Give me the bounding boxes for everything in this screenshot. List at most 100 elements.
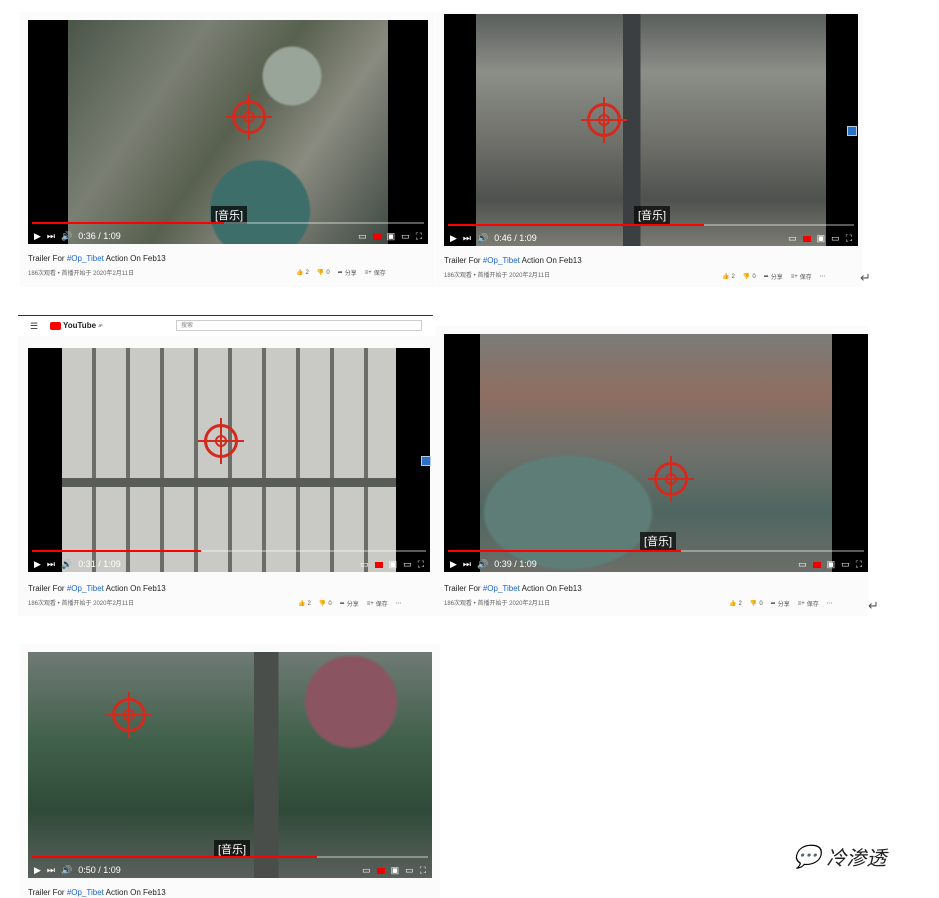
share-button[interactable]: ➦ 分享 <box>771 599 790 608</box>
progress-bar[interactable] <box>32 550 426 552</box>
more-icon[interactable]: ⋯ <box>827 600 833 607</box>
dislike-button[interactable]: 👎 0 <box>319 600 332 608</box>
fullscreen-icon[interactable]: ⛶ <box>856 560 862 569</box>
save-label: 保存 <box>806 602 819 608</box>
volume-icon[interactable]: 🔊 <box>477 559 488 569</box>
share-label: 分享 <box>770 275 783 281</box>
player-controls: ▶ ⏭ 🔊 0:31 / 1:09 ▭ ▣ ▭ ⛶ <box>28 550 430 572</box>
subtitles-icon[interactable]: ▭ <box>362 866 371 875</box>
theater-icon[interactable]: ▭ <box>405 866 414 875</box>
video-player[interactable]: [音乐] ▶ ⏭ 🔊 0:36 / 1:09 ▭ ▣ ▭ ⛶ <box>28 20 428 244</box>
like-button[interactable]: 👍 2 <box>296 269 309 277</box>
share-button[interactable]: ➦ 分享 <box>338 268 357 277</box>
theater-icon[interactable]: ▭ <box>831 234 840 243</box>
video-meta: 186次观看 • 首播开始于 2020年2月11日 <box>444 273 551 279</box>
title-prefix: Trailer For <box>444 256 483 265</box>
play-icon[interactable]: ▶ <box>34 865 41 875</box>
gear-icon[interactable] <box>376 867 385 874</box>
video-title[interactable]: Trailer For #Op_Tibet Action On Feb13 <box>28 254 166 263</box>
dislike-button[interactable]: 👎 0 <box>743 273 756 281</box>
video-title[interactable]: Trailer For #Op_Tibet Action On Feb13 <box>444 256 582 265</box>
save-button[interactable]: ≡+ 保存 <box>365 268 386 278</box>
save-label: 保存 <box>373 271 386 277</box>
time-display: 0:46 / 1:09 <box>494 233 537 243</box>
dislike-button[interactable]: 👎 0 <box>317 269 330 277</box>
hashtag-link[interactable]: #Op_Tibet <box>67 254 104 263</box>
subtitles-icon[interactable]: ▭ <box>358 232 367 241</box>
next-icon[interactable]: ⏭ <box>463 559 471 569</box>
play-icon[interactable]: ▶ <box>34 231 41 241</box>
next-icon[interactable]: ⏭ <box>47 559 55 569</box>
save-button[interactable]: ≡+ 保存 <box>798 599 819 609</box>
video-player[interactable]: [音乐] ▶ ⏭ 🔊 0:39 / 1:09 ▭ ▣ ▭ ⛶ <box>444 334 868 572</box>
gear-icon[interactable] <box>802 235 811 242</box>
theater-icon[interactable]: ▭ <box>841 560 850 569</box>
logo-region: JP <box>98 323 103 328</box>
video-player[interactable]: ▶ ⏭ 🔊 0:31 / 1:09 ▭ ▣ ▭ ⛶ <box>28 348 430 572</box>
side-badge-icon <box>847 126 857 136</box>
title-prefix: Trailer For <box>28 888 67 897</box>
progress-bar[interactable] <box>448 550 864 552</box>
fullscreen-icon[interactable]: ⛶ <box>416 232 422 241</box>
dislike-button[interactable]: 👎 0 <box>749 600 763 608</box>
subtitles-icon[interactable]: ▭ <box>360 560 369 569</box>
miniplayer-icon[interactable]: ▣ <box>827 560 836 569</box>
save-button[interactable]: ≡+ 保存 <box>367 599 388 609</box>
menu-icon[interactable]: ☰ <box>30 321 38 332</box>
video-title[interactable]: Trailer For #Op_Tibet Action On Feb13 <box>28 584 166 593</box>
watermark-text: 冷渗透 <box>826 848 887 870</box>
video-title[interactable]: Trailer For #Op_Tibet Action On Feb13 <box>28 888 166 897</box>
like-button[interactable]: 👍 2 <box>729 600 742 608</box>
like-button[interactable]: 👍 2 <box>298 600 311 608</box>
miniplayer-icon[interactable]: ▣ <box>817 234 826 243</box>
video-player[interactable]: [音乐] ▶ ⏭ 🔊 0:46 / 1:09 ▭ ▣ ▭ ⛶ <box>444 14 858 246</box>
fullscreen-icon[interactable]: ⛶ <box>418 560 424 569</box>
next-icon[interactable]: ⏭ <box>463 233 471 243</box>
video-title[interactable]: Trailer For #Op_Tibet Action On Feb13 <box>444 584 582 593</box>
dislike-count: 0 <box>326 269 330 276</box>
share-button[interactable]: ➦ 分享 <box>764 272 783 281</box>
more-icon[interactable]: ⋯ <box>820 273 826 280</box>
hashtag-link[interactable]: #Op_Tibet <box>483 256 520 265</box>
miniplayer-icon[interactable]: ▣ <box>387 232 396 241</box>
like-button[interactable]: 👍 2 <box>722 273 735 281</box>
subtitles-icon[interactable]: ▭ <box>788 234 797 243</box>
thumbs-down-icon: 👎 <box>749 601 758 607</box>
crosshair-target-icon <box>112 698 146 732</box>
volume-icon[interactable]: 🔊 <box>477 233 488 243</box>
miniplayer-icon[interactable]: ▣ <box>389 560 398 569</box>
volume-icon[interactable]: 🔊 <box>61 559 72 569</box>
time-display: 0:50 / 1:09 <box>78 865 121 875</box>
next-icon[interactable]: ⏭ <box>47 231 55 241</box>
miniplayer-icon[interactable]: ▣ <box>391 866 400 875</box>
gear-icon[interactable] <box>812 561 821 568</box>
progress-bar[interactable] <box>32 222 424 224</box>
gear-icon[interactable] <box>372 233 381 240</box>
play-icon[interactable]: ▶ <box>34 559 41 569</box>
volume-icon[interactable]: 🔊 <box>61 231 72 241</box>
like-count: 2 <box>738 600 742 607</box>
progress-bar[interactable] <box>448 224 854 226</box>
play-icon[interactable]: ▶ <box>450 559 457 569</box>
hashtag-link[interactable]: #Op_Tibet <box>67 888 104 897</box>
fullscreen-icon[interactable]: ⛶ <box>846 234 852 243</box>
search-input[interactable]: 搜索 <box>176 320 422 331</box>
hashtag-link[interactable]: #Op_Tibet <box>67 584 104 593</box>
subtitles-icon[interactable]: ▭ <box>798 560 807 569</box>
theater-icon[interactable]: ▭ <box>401 232 410 241</box>
save-label: 保存 <box>375 602 388 608</box>
fullscreen-icon[interactable]: ⛶ <box>420 866 426 875</box>
video-player[interactable]: [音乐] ▶ ⏭ 🔊 0:50 / 1:09 ▭ ▣ ▭ ⛶ <box>28 652 432 878</box>
hashtag-link[interactable]: #Op_Tibet <box>483 584 520 593</box>
progress-bar[interactable] <box>32 856 428 858</box>
share-button[interactable]: ➦ 分享 <box>340 599 359 608</box>
more-icon[interactable]: ⋯ <box>396 600 402 607</box>
gear-icon[interactable] <box>374 561 383 568</box>
volume-icon[interactable]: 🔊 <box>61 865 72 875</box>
save-button[interactable]: ≡+ 保存 <box>791 272 812 282</box>
youtube-logo[interactable]: YouTube JP <box>50 321 103 330</box>
play-icon[interactable]: ▶ <box>450 233 457 243</box>
next-icon[interactable]: ⏭ <box>47 865 55 875</box>
caption-text: [音乐] <box>634 206 671 224</box>
theater-icon[interactable]: ▭ <box>403 560 412 569</box>
